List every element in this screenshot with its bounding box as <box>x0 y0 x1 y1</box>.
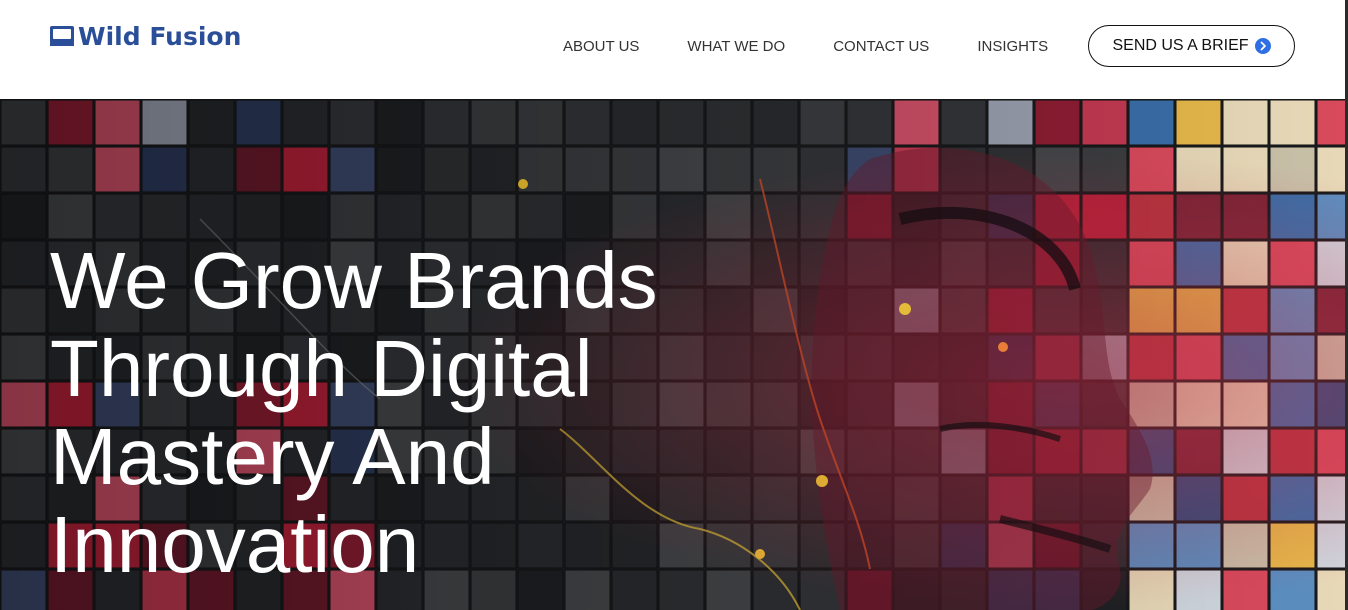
send-brief-label: SEND US A BRIEF <box>1112 37 1249 54</box>
nav-what-we-do[interactable]: WHAT WE DO <box>687 38 785 55</box>
hero-headline: We Grow Brands Through Digital Mastery A… <box>50 237 730 589</box>
nav-contact-us[interactable]: CONTACT US <box>833 38 929 55</box>
hero-section: We Grow Brands Through Digital Mastery A… <box>0 99 1348 610</box>
headline-line: Through Digital <box>50 324 593 413</box>
site-header: Wild Fusion ABOUT US WHAT WE DO CONTACT … <box>0 0 1348 99</box>
nav-about-us[interactable]: ABOUT US <box>563 38 639 55</box>
monitor-icon <box>50 26 74 46</box>
logo[interactable]: Wild Fusion <box>50 22 241 52</box>
main-nav: ABOUT US WHAT WE DO CONTACT US INSIGHTS <box>563 38 1048 55</box>
headline-line: We Grow Brands <box>50 236 658 325</box>
arrow-circle-icon <box>1254 38 1271 54</box>
headline-line: Mastery And <box>50 412 495 501</box>
nav-insights[interactable]: INSIGHTS <box>977 38 1048 55</box>
send-brief-button[interactable]: SEND US A BRIEF <box>1088 25 1295 67</box>
brand-name: Wild Fusion <box>78 22 242 51</box>
headline-line: Innovation <box>50 500 420 589</box>
